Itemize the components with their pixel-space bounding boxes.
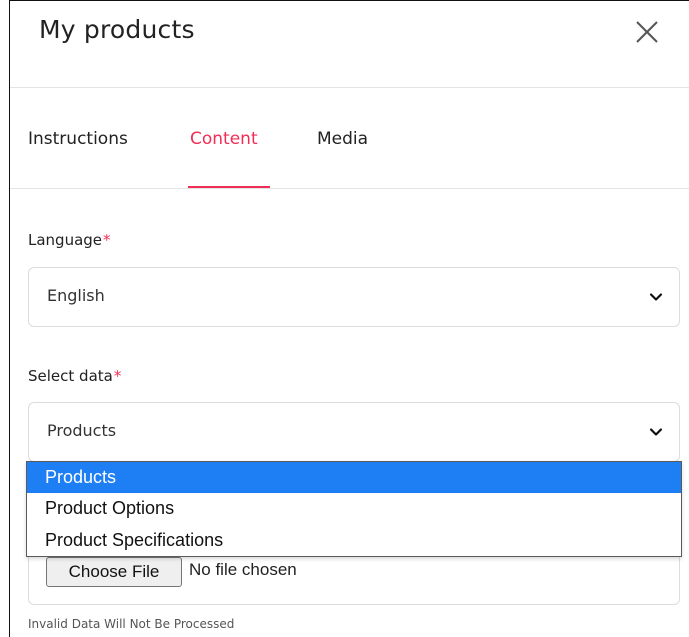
select-data-label: Select data* xyxy=(28,367,121,385)
language-select-value: English xyxy=(47,286,105,305)
tab-content[interactable]: Content xyxy=(190,129,258,149)
required-mark: * xyxy=(103,231,111,249)
file-status: No file chosen xyxy=(189,560,297,579)
required-mark: * xyxy=(113,367,122,385)
select-data-dropdown-list: Products Product Options Product Specifi… xyxy=(26,461,682,557)
tab-media[interactable]: Media xyxy=(317,129,368,149)
language-label: Language* xyxy=(28,231,111,249)
choose-file-button[interactable]: Choose File xyxy=(46,557,182,587)
dropdown-option-product-options[interactable]: Product Options xyxy=(27,493,681,524)
active-tab-indicator xyxy=(188,186,270,188)
dropdown-option-products[interactable]: Products xyxy=(27,462,681,493)
tab-instructions[interactable]: Instructions xyxy=(28,129,128,149)
invalid-data-hint: Invalid Data Will Not Be Processed xyxy=(28,617,235,631)
select-data-value: Products xyxy=(47,421,117,440)
tab-bar: Instructions Content Media xyxy=(10,89,689,189)
language-select[interactable]: English xyxy=(28,267,680,327)
select-data-select[interactable]: Products xyxy=(28,402,680,462)
chevron-down-icon xyxy=(649,293,663,301)
chevron-down-icon xyxy=(649,428,663,436)
page-title: My products xyxy=(39,15,195,44)
select-data-label-text: Select data xyxy=(28,367,113,385)
dropdown-option-product-specifications[interactable]: Product Specifications xyxy=(27,525,681,556)
language-label-text: Language xyxy=(28,231,103,249)
close-icon[interactable] xyxy=(632,17,662,47)
panel-header: My products xyxy=(10,1,689,88)
